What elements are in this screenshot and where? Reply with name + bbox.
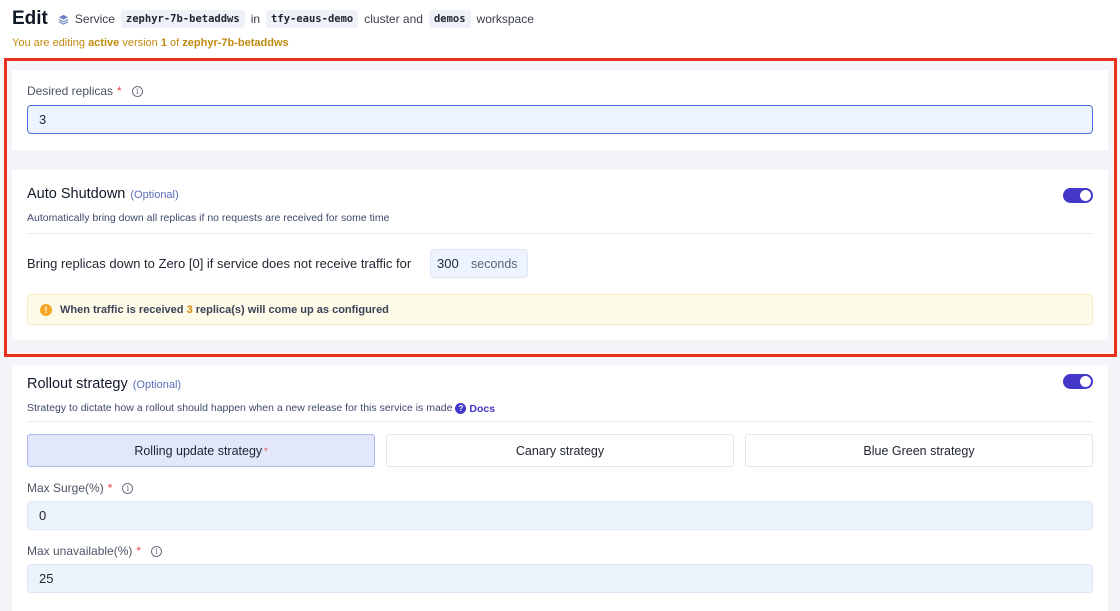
info-icon[interactable]: i [151,545,163,557]
notice-active: active [88,37,120,49]
desired-replicas-input[interactable]: 3 [27,105,1093,134]
rollout-strategy-title: Rollout strategy (Optional) [27,376,182,392]
canary-strategy-tab[interactable]: Canary strategy [386,434,734,467]
page-title: Edit [12,8,48,29]
auto-shutdown-toggle[interactable] [1063,188,1093,203]
wait-time-value[interactable]: 300 [431,256,471,271]
editing-notice: You are editing active version 1 of zeph… [12,37,289,49]
info-icon[interactable]: i [131,85,143,97]
workspace-name-chip: demos [428,10,471,28]
workspace-label: workspace [476,12,534,26]
max-unavailable-label: Max unavailable(%) * i [27,544,163,558]
notice-service-name: zephyr-7b-betaddws [182,37,289,49]
divider [27,421,1093,422]
wait-time-input[interactable]: 300 seconds [430,249,528,278]
warning-icon: ! [40,303,52,316]
rolling-update-strategy-tab[interactable]: Rolling update strategy * [27,434,375,467]
auto-shutdown-description: Automatically bring down all replicas if… [27,212,390,224]
page-header: Edit Service zephyr-7b-betaddws in tfy-e… [0,0,1120,58]
desired-replicas-label: Desired replicas * i [27,84,143,98]
service-label: Service [74,12,115,26]
auto-shutdown-title: Auto Shutdown (Optional) [27,186,179,202]
cluster-name-chip: tfy-eaus-demo [266,10,359,28]
blue-green-strategy-tab[interactable]: Blue Green strategy [745,434,1093,467]
help-icon: ? [455,403,467,414]
rollout-strategy-description: Strategy to dictate how a rollout should… [27,402,496,415]
max-surge-label: Max Surge(%) * i [27,481,134,495]
divider [27,233,1093,234]
info-icon[interactable]: i [122,482,134,494]
layers-icon [58,14,69,25]
max-surge-input[interactable]: 0 [27,501,1093,530]
max-unavailable-input[interactable]: 25 [27,564,1093,593]
wait-time-unit: seconds [471,256,518,271]
in-label: in [250,12,261,26]
cluster-label: cluster and [364,12,423,26]
service-name-chip: zephyr-7b-betaddws [120,10,245,28]
title-row: Edit Service zephyr-7b-betaddws in tfy-e… [12,8,534,30]
notice-version: 1 [160,37,167,49]
traffic-warning: ! When traffic is received 3 replica(s) … [27,294,1093,325]
wait-time-label: Bring replicas down to Zero [0] if servi… [27,256,412,271]
rollout-strategy-toggle[interactable] [1063,374,1093,389]
warning-replica-count: 3 [186,303,193,316]
docs-link[interactable]: ? Docs [455,403,495,415]
